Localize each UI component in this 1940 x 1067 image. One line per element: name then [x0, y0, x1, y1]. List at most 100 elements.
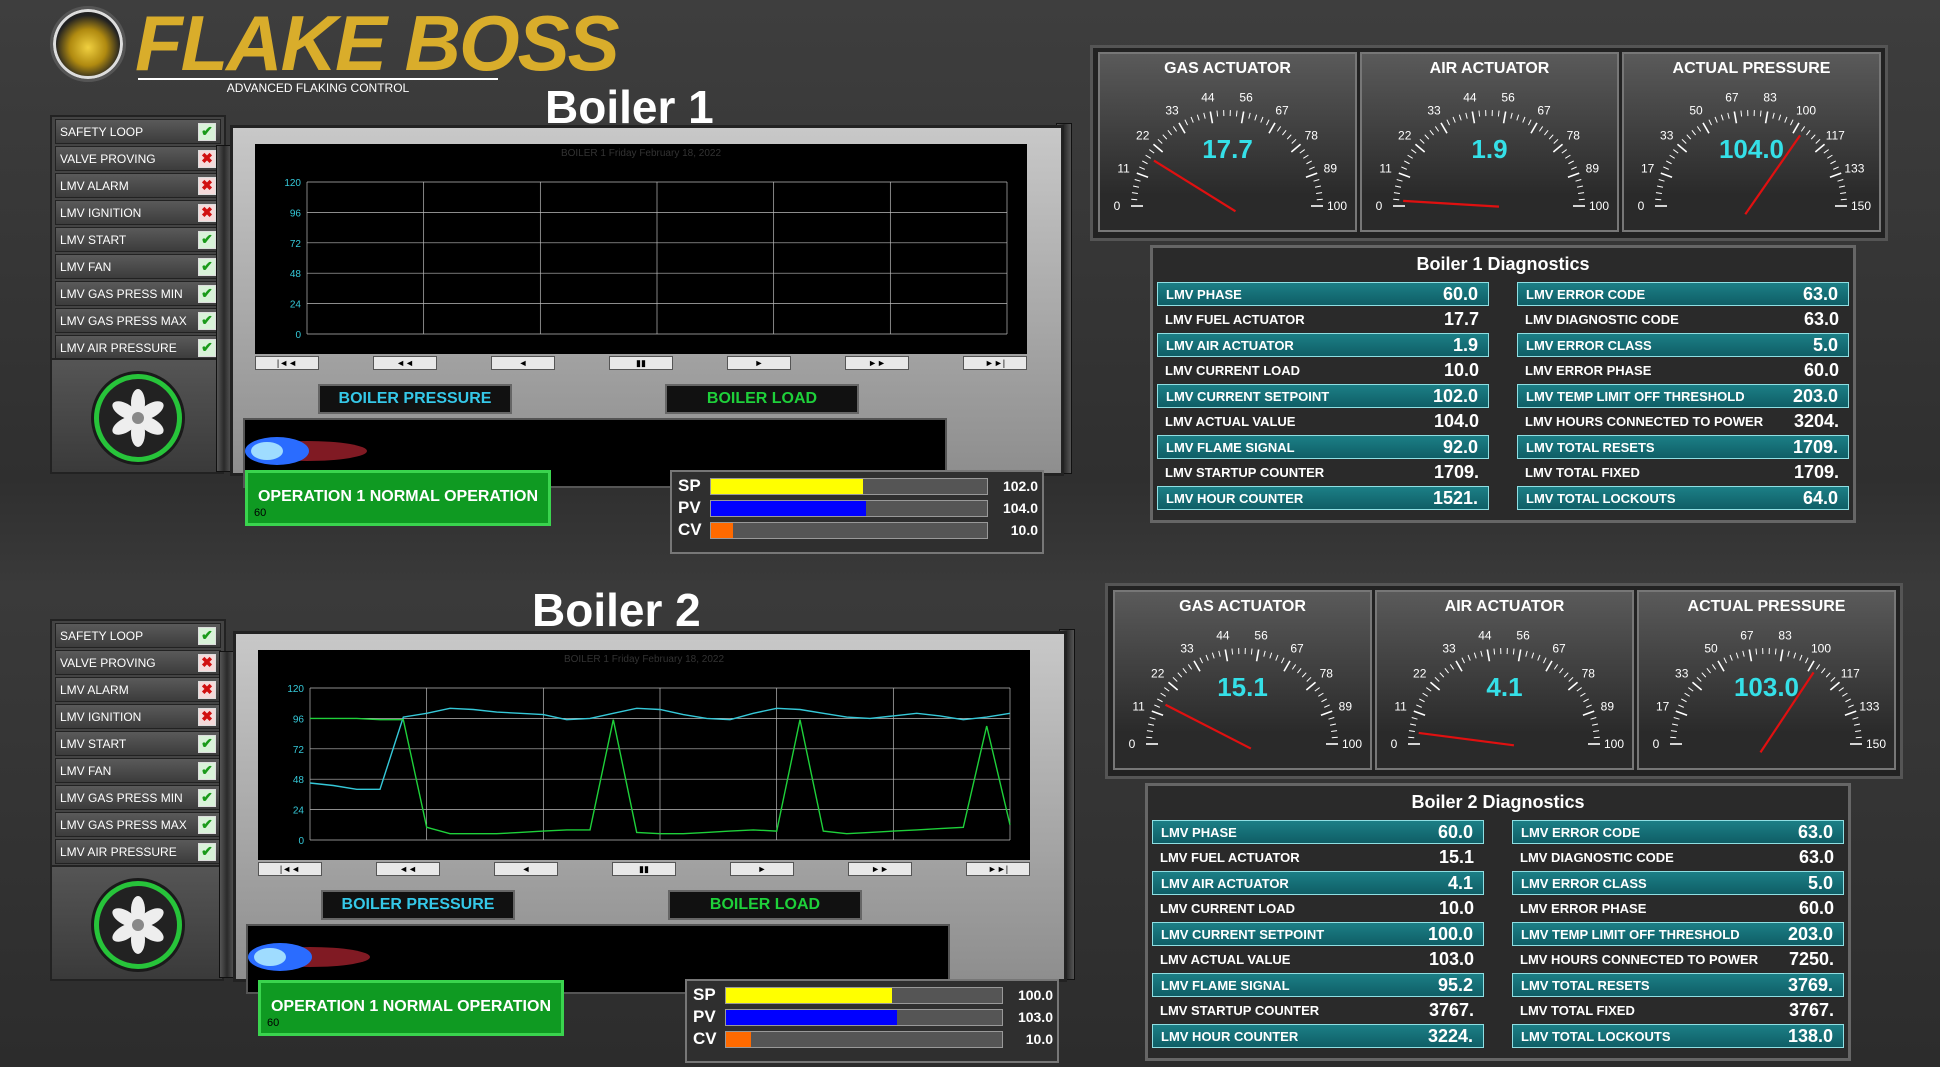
- gauge-tick: [1131, 192, 1138, 194]
- diag-value: 7250.: [1788, 949, 1834, 969]
- y-tick-label: 48: [293, 775, 305, 786]
- legend-boiler-load[interactable]: BOILER LOAD: [668, 890, 862, 920]
- trend-chart-frame: BOILER 1 Friday February 18, 2022 120 96 72…: [233, 631, 1067, 994]
- gauge-tick: [1413, 710, 1426, 717]
- diag-value: 60.0: [1798, 898, 1834, 918]
- diagnostics-columns: LMV PHASE 60.0 LMV FUEL ACTUATOR 15.1 LMV AI…: [1152, 820, 1844, 1051]
- gauge-tick: [1291, 664, 1297, 670]
- diag-row: LMV ERROR PHASE 60.0: [1517, 360, 1849, 382]
- gauge-needle: [1153, 159, 1237, 213]
- chart-nav-button[interactable]: ►: [727, 356, 791, 370]
- chart-nav-button[interactable]: ►►: [848, 862, 912, 876]
- gauge-tick: [1545, 660, 1553, 672]
- diag-row: LMV HOURS CONNECTED TO POWER 7250.: [1512, 949, 1844, 971]
- diag-value: 63.0: [1803, 309, 1839, 329]
- chart-nav-button[interactable]: ►►|: [966, 862, 1030, 876]
- trend-plot: 120 96 72 48 24 0: [284, 178, 1008, 341]
- legend-boiler-load[interactable]: BOILER LOAD: [665, 384, 859, 414]
- chart-nav-button[interactable]: ◄◄: [373, 356, 437, 370]
- gauge-tick: [1733, 111, 1738, 124]
- flame-core: [254, 948, 286, 966]
- diag-row: LMV TOTAL FIXED 1709.: [1517, 462, 1849, 484]
- gauge-tick: [1449, 664, 1455, 670]
- y-tick-label: 24: [293, 806, 305, 817]
- diag-value: 95.2: [1437, 974, 1473, 995]
- gauge-tick: [1134, 179, 1141, 182]
- diag-value: 103.0: [1428, 949, 1474, 969]
- diag-row: LMV CURRENT LOAD 10.0: [1157, 360, 1489, 382]
- diag-value: 60.0: [1442, 283, 1478, 304]
- chart-nav-button[interactable]: ◄: [491, 356, 555, 370]
- diag-value: 60.0: [1437, 821, 1473, 842]
- gauge-tick: [1537, 654, 1541, 661]
- gauge-tick-label: 33: [1165, 104, 1179, 118]
- diag-label: LMV ERROR CODE: [1521, 824, 1641, 840]
- diagnostics-column: LMV ERROR CODE 63.0 LMV DIAGNOSTIC CODE 63.…: [1517, 282, 1849, 513]
- diag-row: LMV TOTAL RESETS 1709.: [1517, 435, 1849, 459]
- trend-chart: BOILER 1 Friday February 18, 2022 120 96 72…: [255, 144, 1027, 354]
- gauge-tick: [1328, 717, 1335, 720]
- gauge-tick: [1729, 654, 1733, 661]
- gauge-tick: [1582, 710, 1595, 717]
- chart-nav-button[interactable]: ▮▮: [609, 356, 673, 370]
- diag-value: 64.0: [1802, 487, 1838, 508]
- diag-row: LMV TOTAL LOCKOUTS 64.0: [1517, 486, 1849, 510]
- chart-nav-button[interactable]: |◄◄: [258, 862, 322, 876]
- gauge-tick: [1779, 649, 1784, 662]
- chart-nav-button[interactable]: ►►: [845, 356, 909, 370]
- status-label: LMV FAN: [60, 763, 112, 778]
- diag-row: LMV AIR ACTUATOR 4.1: [1152, 871, 1484, 895]
- fan-box: [50, 358, 224, 474]
- gauge-tick: [1740, 110, 1743, 117]
- diag-label: LMV TOTAL LOCKOUTS: [1521, 1028, 1671, 1044]
- gauge-tick: [1434, 126, 1440, 132]
- gauge-tick: [1531, 652, 1535, 659]
- check-icon: ✔: [198, 626, 216, 645]
- gauge-tick: [1538, 126, 1544, 132]
- gauge-tick: [1517, 649, 1522, 662]
- status-row-lmv-start: LMV START ✔: [55, 227, 221, 252]
- diag-value: 15.1: [1438, 847, 1474, 867]
- gauge-tick: [1276, 126, 1282, 132]
- diag-label: LMV FLAME SIGNAL: [1166, 439, 1295, 455]
- gauge-tick: [1663, 166, 1669, 170]
- gauge-tick: [1497, 110, 1500, 117]
- chart-nav-button[interactable]: ◄: [494, 862, 558, 876]
- gauge-tick: [1416, 704, 1422, 708]
- gauge-tick: [1590, 717, 1597, 720]
- diag-label: LMV ERROR CODE: [1526, 286, 1646, 302]
- chart-nav-button[interactable]: ►►|: [963, 356, 1027, 370]
- gauge-value: 17.7: [1202, 134, 1253, 164]
- check-icon: ✔: [198, 338, 216, 357]
- gauge-tick: [1748, 649, 1753, 662]
- gauge-tick: [1205, 654, 1209, 661]
- gauge-tick-label: 44: [1463, 91, 1477, 105]
- y-tick-label: 72: [293, 745, 305, 756]
- gauge-tick-label: 150: [1851, 199, 1871, 213]
- gauge-tick: [1805, 657, 1809, 664]
- gauge-tick: [1837, 179, 1844, 182]
- gauge-tick-label: 67: [1537, 104, 1551, 118]
- gauge-tick: [1320, 710, 1333, 717]
- chart-nav-button[interactable]: |◄◄: [255, 356, 319, 370]
- diag-label: LMV HOURS CONNECTED TO POWER: [1525, 414, 1764, 429]
- gauge-tick: [1211, 652, 1215, 659]
- diag-label: LMV HOURS CONNECTED TO POWER: [1520, 952, 1759, 967]
- gauge-tick: [1853, 723, 1861, 726]
- chart-nav-button[interactable]: ►: [730, 862, 794, 876]
- legend-boiler-pressure[interactable]: BOILER PRESSURE: [321, 890, 515, 920]
- gauge-tick: [1807, 660, 1815, 672]
- chart-nav-button[interactable]: ◄◄: [376, 862, 440, 876]
- operation-status: OPERATION 1 NORMAL OPERATION 60: [258, 980, 564, 1036]
- gauge-tick: [1543, 657, 1547, 664]
- gauge-tick: [1190, 116, 1194, 123]
- diag-value: 102.0: [1432, 385, 1478, 406]
- operation-number: 60: [254, 507, 267, 519]
- gauge-tick: [1708, 119, 1712, 126]
- legend-boiler-pressure[interactable]: BOILER PRESSURE: [318, 384, 512, 414]
- bar-row-cv: CV 10.0: [678, 520, 1038, 540]
- gauge-tick-label: 56: [1516, 629, 1530, 643]
- chart-nav-button[interactable]: ▮▮: [612, 862, 676, 876]
- bar-track-cv: [725, 1030, 1003, 1048]
- check-icon: ✔: [198, 284, 216, 303]
